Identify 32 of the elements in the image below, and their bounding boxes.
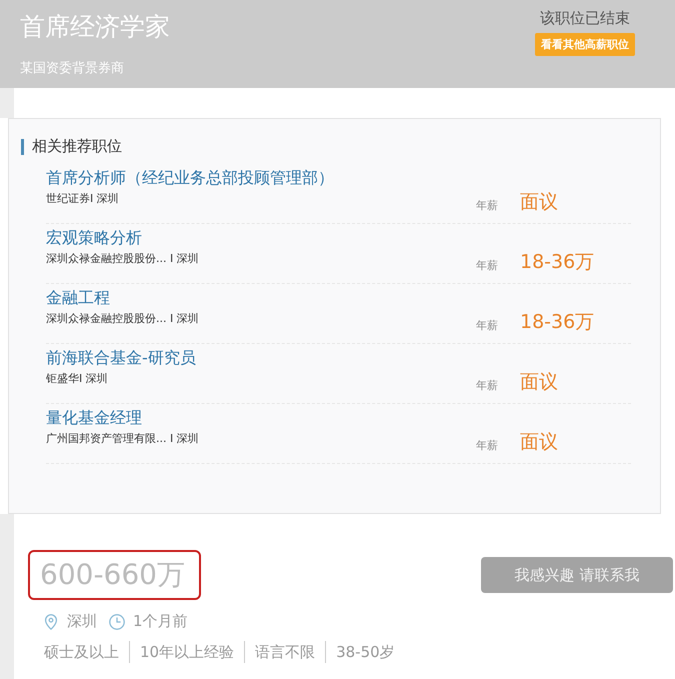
salary-label: 年薪: [476, 198, 499, 213]
job-link[interactable]: 金融工程: [46, 287, 476, 309]
salary-text: 18-36万: [520, 250, 594, 275]
requirement-text: 语言不限: [255, 642, 316, 662]
salary-text: 面议: [520, 370, 558, 395]
salary-text: 18-36万: [520, 310, 594, 335]
company-text: 深圳众禄金融控股股份... I 深圳: [46, 311, 200, 326]
company-text: 深圳众禄金融控股股份... I 深圳: [46, 251, 200, 266]
job-link[interactable]: 宏观策略分析: [46, 227, 476, 249]
status-text: 该职位已结束: [540, 8, 630, 28]
requirement-text: 38-50岁: [336, 642, 395, 662]
salary-text: 面议: [520, 190, 558, 215]
location-text: 深圳: [67, 612, 97, 631]
company-text: 广州国邦资产管理有限... I 深圳: [46, 431, 200, 446]
company-text: 世纪证券I 深圳: [46, 191, 120, 206]
salary-label: 年薪: [476, 438, 499, 453]
location-pin-icon: [42, 612, 60, 630]
job-link[interactable]: 前海联合基金-研究员: [46, 347, 476, 369]
salary-text: 600-660万: [40, 558, 185, 591]
job-link[interactable]: 首席分析师（经纪业务总部投顾管理部）: [46, 167, 476, 189]
salary-label: 年薪: [476, 258, 499, 273]
posted-time: 1个月前: [133, 612, 188, 631]
clock-icon: [108, 612, 126, 630]
job-link[interactable]: 量化基金经理: [46, 407, 476, 429]
company-text: 钜盛华I 深圳: [46, 371, 109, 386]
requirement-text: 10年以上经验: [140, 642, 234, 662]
section-marker: [21, 138, 24, 154]
section-heading: 相关推荐职位: [32, 137, 122, 156]
salary-text: 面议: [520, 430, 558, 455]
requirement-text: 硕士及以上: [44, 642, 119, 662]
salary-label: 年薪: [476, 378, 499, 393]
salary-label: 年薪: [476, 318, 499, 333]
